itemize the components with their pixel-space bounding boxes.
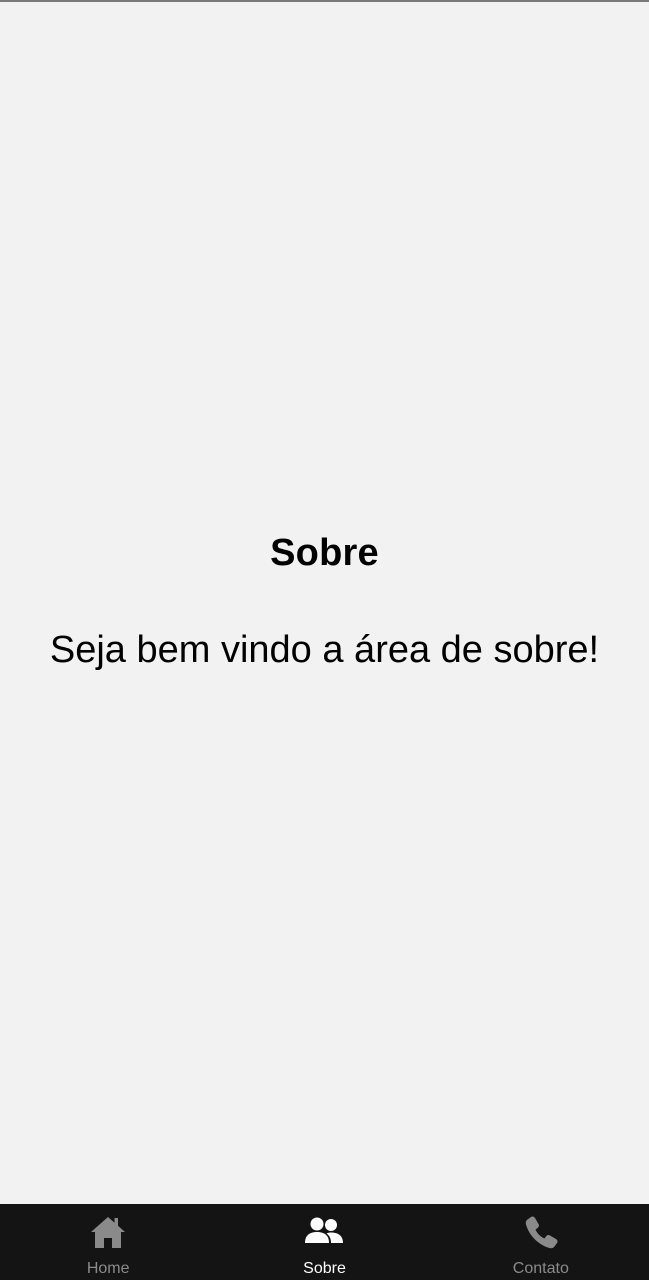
tab-sobre-label: Sobre — [303, 1260, 346, 1277]
tab-contato-label: Contato — [512, 1260, 569, 1277]
tab-contato[interactable]: Contato — [433, 1204, 649, 1280]
about-content: Sobre Seja bem vindo a área de sobre! — [0, 0, 649, 1204]
tab-home-label: Home — [86, 1260, 130, 1277]
tab-sobre[interactable]: Sobre — [216, 1204, 432, 1280]
bottom-tab-bar: Home Sobre Contato — [0, 1204, 649, 1280]
welcome-message: Seja bem vindo a área de sobre! — [49, 629, 600, 671]
app-screen: Sobre Seja bem vindo a área de sobre! Ho… — [0, 0, 649, 1280]
users-icon — [304, 1212, 344, 1252]
phone-icon — [521, 1212, 561, 1252]
home-icon — [88, 1212, 128, 1252]
tab-home[interactable]: Home — [0, 1204, 216, 1280]
page-title: Sobre — [270, 532, 379, 574]
